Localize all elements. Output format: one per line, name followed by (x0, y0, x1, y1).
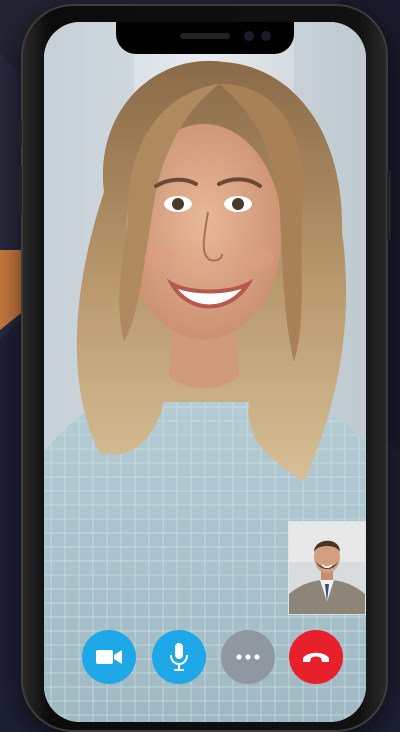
phone-side-button (18, 165, 22, 215)
microphone-button[interactable] (152, 630, 206, 684)
phone-notch (116, 22, 294, 54)
video-camera-icon (96, 650, 122, 664)
phone-hangup-icon (303, 652, 329, 662)
self-view-video[interactable] (288, 521, 366, 615)
video-camera-button[interactable] (82, 630, 136, 684)
more-options-button[interactable] (221, 630, 275, 684)
camera-sensor (261, 31, 271, 41)
phone-side-button (18, 120, 22, 148)
phone-screen (44, 22, 366, 722)
speaker-grille (180, 33, 230, 39)
call-controls-bar (82, 630, 344, 686)
remote-participant-video (44, 22, 366, 722)
more-horizontal-icon (236, 654, 260, 660)
phone-side-button (387, 170, 391, 240)
camera-sensor (244, 31, 254, 41)
self-view-image (289, 522, 365, 614)
microphone-icon (170, 643, 188, 671)
end-call-button[interactable] (289, 630, 343, 684)
